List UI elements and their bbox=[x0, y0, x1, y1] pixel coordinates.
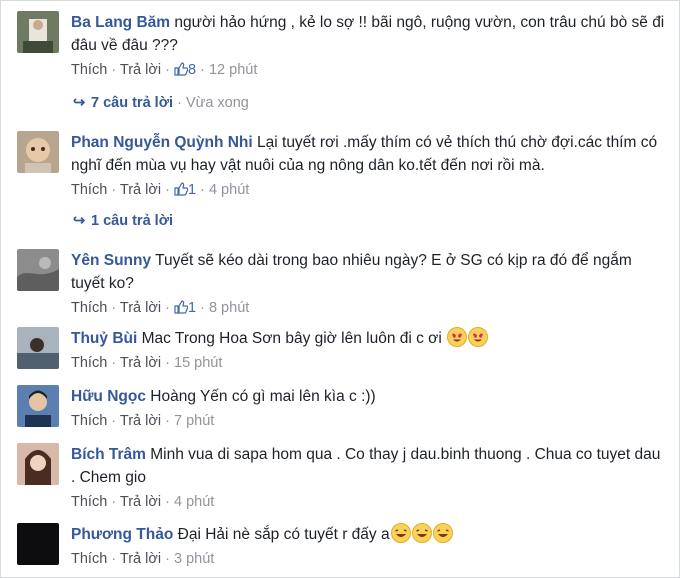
comment-message: Minh vua di sapa hom qua . Co thay j dau… bbox=[71, 446, 661, 486]
comment-actions: Thích · Trả lời · 3 phút bbox=[71, 551, 215, 567]
comment-text: Hữu Ngọc Hoàng Yến có gì mai lên kìa c :… bbox=[71, 385, 667, 408]
reply-link[interactable]: Trả lời bbox=[120, 182, 161, 198]
reply-link[interactable]: Trả lời bbox=[120, 551, 161, 567]
replies-time: Vừa xong bbox=[185, 95, 249, 111]
like-link[interactable]: Thích bbox=[71, 300, 107, 316]
like-link[interactable]: Thích bbox=[71, 413, 107, 429]
heart-eyes-emoji-icon bbox=[447, 327, 468, 347]
heart-eyes-emoji-icon bbox=[468, 327, 489, 347]
avatar[interactable] bbox=[17, 11, 59, 53]
commenter-name[interactable]: Phương Thảo bbox=[71, 526, 173, 543]
like-link[interactable]: Thích bbox=[71, 551, 107, 567]
comment-text: Phương Thảo Đại Hải nè sắp có tuyết r đấ… bbox=[71, 523, 667, 546]
comment-message: Mac Trong Hoa Sơn bây giờ lên luôn đi c … bbox=[141, 330, 442, 347]
timestamp[interactable]: 8 phút bbox=[209, 300, 249, 316]
comment-actions: Thích · Trả lời · 15 phút bbox=[71, 355, 223, 371]
comment-actions: Thích · Trả lời · 4 phút bbox=[71, 494, 215, 510]
reply-arrow-icon: ↪ bbox=[73, 95, 86, 111]
view-replies[interactable]: ↪ 7 câu trả lời · Vừa xong bbox=[73, 95, 249, 111]
timestamp[interactable]: 15 phút bbox=[174, 355, 222, 371]
timestamp[interactable]: 12 phút bbox=[209, 62, 257, 78]
replies-count[interactable]: 1 câu trả lời bbox=[91, 213, 173, 229]
like-link[interactable]: Thích bbox=[71, 62, 107, 78]
laughing-emoji-icon bbox=[411, 523, 432, 543]
like-link[interactable]: Thích bbox=[71, 182, 107, 198]
thumbs-up-icon bbox=[174, 181, 189, 203]
thumbs-up-icon bbox=[174, 299, 189, 321]
avatar[interactable] bbox=[17, 249, 59, 291]
avatar[interactable] bbox=[17, 443, 59, 485]
comment-actions: Thích · Trả lời · 1 · 4 phút bbox=[71, 179, 667, 203]
timestamp[interactable]: 3 phút bbox=[174, 551, 214, 567]
like-link[interactable]: Thích bbox=[71, 355, 107, 371]
like-count[interactable]: 1 bbox=[174, 300, 196, 316]
commenter-name[interactable]: Hữu Ngọc bbox=[71, 388, 146, 405]
comment-text: Thuỷ Bùi Mac Trong Hoa Sơn bây giờ lên l… bbox=[71, 327, 667, 350]
avatar[interactable] bbox=[17, 327, 59, 369]
avatar[interactable] bbox=[17, 523, 59, 565]
reply-link[interactable]: Trả lời bbox=[120, 62, 161, 78]
reply-link[interactable]: Trả lời bbox=[120, 413, 161, 429]
commenter-name[interactable]: Thuỷ Bùi bbox=[71, 330, 137, 347]
comment-text: Bích Trâm Minh vua di sapa hom qua . Co … bbox=[71, 443, 667, 489]
comment-actions: Thích · Trả lời · 8 · 12 phút bbox=[71, 59, 667, 83]
comment-message: Đại Hải nè sắp có tuyết r đấy a bbox=[177, 526, 390, 543]
reply-link[interactable]: Trả lời bbox=[120, 494, 161, 510]
reply-arrow-icon: ↪ bbox=[73, 213, 86, 229]
thumbs-up-icon bbox=[174, 61, 189, 83]
laughing-emoji-icon bbox=[432, 523, 453, 543]
commenter-name[interactable]: Yên Sunny bbox=[71, 252, 151, 269]
reply-link[interactable]: Trả lời bbox=[120, 355, 161, 371]
replies-count[interactable]: 7 câu trả lời bbox=[91, 95, 173, 111]
view-replies[interactable]: ↪ 1 câu trả lời bbox=[73, 213, 173, 229]
timestamp[interactable]: 4 phút bbox=[209, 182, 249, 198]
comment-message: Tuyết sẽ kéo dài trong bao nhiêu ngày? E… bbox=[71, 252, 632, 292]
avatar[interactable] bbox=[17, 385, 59, 427]
like-count[interactable]: 1 bbox=[174, 182, 196, 198]
comment-text: Ba Lang Băm người hảo hứng , kẻ lo sợ !!… bbox=[71, 11, 667, 57]
commenter-name[interactable]: Bích Trâm bbox=[71, 446, 146, 463]
timestamp[interactable]: 7 phút bbox=[174, 413, 214, 429]
comment-actions: Thích · Trả lời · 1 · 8 phút bbox=[71, 297, 667, 321]
comment-thread: Ba Lang Băm người hảo hứng , kẻ lo sợ !!… bbox=[0, 0, 680, 578]
comment-message: Hoàng Yến có gì mai lên kìa c :)) bbox=[150, 388, 376, 405]
timestamp[interactable]: 4 phút bbox=[174, 494, 214, 510]
commenter-name[interactable]: Ba Lang Băm bbox=[71, 14, 170, 31]
comment-text: Phan Nguyễn Quỳnh Nhi Lại tuyết rơi .mấy… bbox=[71, 131, 667, 177]
reply-link[interactable]: Trả lời bbox=[120, 300, 161, 316]
avatar[interactable] bbox=[17, 131, 59, 173]
comment-actions: Thích · Trả lời · 7 phút bbox=[71, 413, 215, 429]
like-count[interactable]: 8 bbox=[174, 62, 196, 78]
comment-text: Yên Sunny Tuyết sẽ kéo dài trong bao nhi… bbox=[71, 249, 667, 295]
commenter-name[interactable]: Phan Nguyễn Quỳnh Nhi bbox=[71, 134, 253, 151]
like-link[interactable]: Thích bbox=[71, 494, 107, 510]
laughing-emoji-icon bbox=[390, 523, 411, 543]
